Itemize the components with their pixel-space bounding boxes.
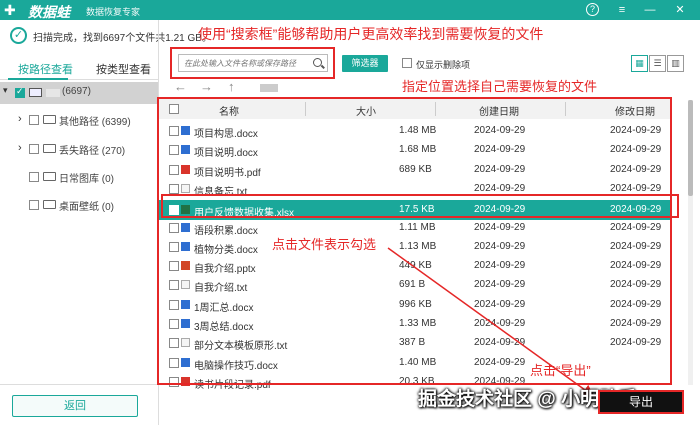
tree-checkbox[interactable]	[29, 200, 39, 210]
annotation-search-tip: 使用“搜索框”能够帮助用户更高效率找到需要恢复的文件	[198, 26, 544, 42]
tree-item-other-paths[interactable]: › 其他路径 (6399)	[0, 109, 158, 131]
tree-item-label: 日常图库 (0)	[59, 174, 114, 185]
scan-complete-icon: ✓	[10, 27, 27, 44]
scrollbar-thumb[interactable]	[688, 100, 693, 196]
help-icon[interactable]: ?	[586, 3, 599, 16]
tree-item-lost-paths[interactable]: › 丢失路径 (270)	[0, 138, 158, 160]
drive-name-redacted	[46, 89, 60, 97]
nav-back-icon[interactable]: ←	[174, 79, 187, 94]
show-deleted-checkbox[interactable]	[402, 58, 412, 68]
title-bar: ✚ 数据蛙 数据恢复专家 ? ≡ — ✕	[0, 0, 700, 20]
app-subtitle: 数据恢复专家	[86, 7, 141, 17]
active-tab-indicator	[8, 78, 68, 80]
filter-button[interactable]: 筛选器	[342, 55, 388, 72]
app-name: 数据蛙	[28, 4, 70, 20]
tree-checkbox[interactable]	[29, 144, 39, 154]
search-icon[interactable]	[313, 58, 322, 67]
search-input[interactable]	[179, 55, 309, 71]
back-button[interactable]: 返回	[12, 395, 138, 417]
file-list-scrollbar[interactable]	[688, 100, 693, 385]
folder-icon	[43, 144, 56, 153]
minimize-icon[interactable]: —	[642, 2, 658, 18]
folder-icon	[43, 172, 56, 181]
tree-item-daily-gallery[interactable]: 日常图库 (0)	[0, 166, 158, 188]
nav-forward-icon[interactable]: →	[200, 79, 213, 94]
search-field[interactable]	[178, 54, 328, 72]
tree-root-drive[interactable]: ▾ (6697)	[0, 82, 158, 104]
app-logo-icon: ✚	[4, 2, 16, 18]
chevron-right-icon[interactable]: ›	[18, 113, 22, 125]
selected-row-highlight-frame	[161, 194, 679, 218]
close-icon[interactable]: ✕	[672, 2, 688, 18]
annotation-location-tip: 指定位置选择自己需要恢复的文件	[402, 79, 598, 94]
export-button[interactable]: 导出	[598, 390, 684, 414]
file-list-highlight-frame	[157, 97, 672, 385]
chevron-down-icon[interactable]: ▾	[3, 85, 8, 96]
list-view-icon[interactable]: ☰	[649, 55, 666, 72]
folder-icon	[43, 200, 56, 209]
menu-icon[interactable]: ≡	[614, 2, 630, 18]
tree-root-count: (6697)	[62, 86, 91, 97]
detail-view-icon[interactable]: ▥	[667, 55, 684, 72]
nav-up-icon[interactable]: ↑	[228, 79, 235, 94]
tree-item-label: 丢失路径 (270)	[59, 146, 126, 157]
show-deleted-label: 仅显示删除项	[416, 60, 471, 70]
tree-item-label: 其他路径 (6399)	[59, 117, 131, 128]
tree-checkbox[interactable]	[29, 115, 39, 125]
grid-view-icon[interactable]: ▦	[631, 55, 648, 72]
root-checkbox[interactable]	[15, 86, 25, 98]
tab-by-path[interactable]: 按路径查看	[18, 61, 73, 77]
drive-icon	[29, 88, 42, 97]
tree-item-label: 桌面壁纸 (0)	[59, 202, 114, 213]
tab-by-type[interactable]: 按类型查看	[96, 61, 151, 77]
breadcrumb[interactable]	[260, 84, 278, 92]
scan-status-text: 扫描完成，找到6697个文件共1.21 GB。	[33, 33, 212, 44]
tree-checkbox[interactable]	[29, 172, 39, 182]
view-mode-tabs: 按路径查看 按类型查看	[0, 58, 158, 80]
folder-icon	[43, 115, 56, 124]
tree-item-desktop-wallpaper[interactable]: 桌面壁纸 (0)	[0, 194, 158, 216]
chevron-right-icon[interactable]: ›	[18, 142, 22, 154]
left-footer: 返回	[0, 384, 158, 425]
